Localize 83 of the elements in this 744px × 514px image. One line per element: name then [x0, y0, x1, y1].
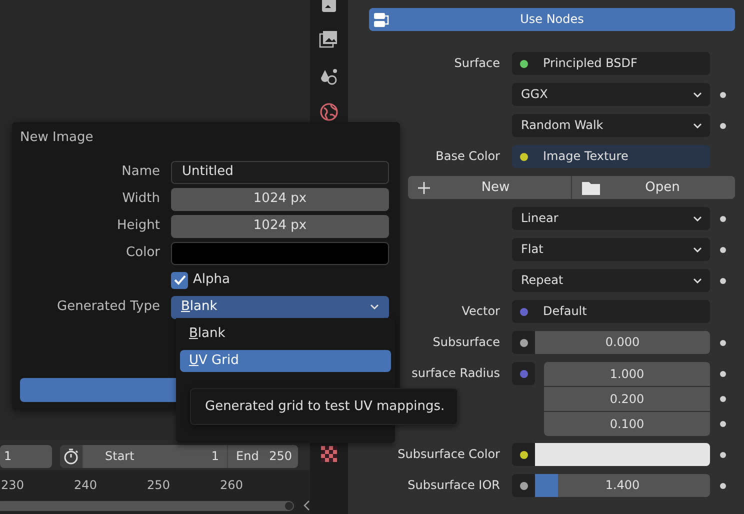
- tooltip: Generated grid to test UV mappings.: [190, 388, 458, 425]
- keyframe-dot[interactable]: [720, 216, 726, 222]
- current-frame-field[interactable]: 1: [0, 444, 52, 468]
- property-label: Subsurface IOR: [408, 478, 500, 492]
- image-action-button[interactable]: New: [408, 176, 571, 199]
- image-action-button[interactable]: Open: [571, 176, 735, 199]
- chevron-down-icon: [370, 304, 379, 310]
- menu-item[interactable]: Blank: [180, 323, 391, 345]
- stopwatch-icon: [63, 447, 79, 465]
- field-label: Height: [116, 218, 161, 234]
- alpha-checkbox[interactable]: Alpha: [171, 272, 230, 289]
- dropdown-field[interactable]: GGX: [512, 83, 710, 106]
- chevron-down-icon: [693, 246, 702, 252]
- folder-icon: [582, 180, 600, 194]
- images-icon[interactable]: [319, 29, 339, 49]
- color-swatch[interactable]: [171, 242, 389, 265]
- dropdown-field[interactable]: Flat: [512, 238, 710, 261]
- end-frame-field[interactable]: End 250: [227, 444, 298, 468]
- dropdown-field[interactable]: Linear: [512, 207, 710, 230]
- number-field[interactable]: 0.100: [544, 412, 710, 436]
- socket-dot[interactable]: [520, 450, 528, 458]
- scroll-handle-icon: [284, 500, 294, 510]
- frame-number: 240: [73, 478, 98, 492]
- number-field[interactable]: 0.200: [544, 387, 710, 411]
- chevron-down-icon: [693, 92, 702, 98]
- number-field[interactable]: 1024 px: [171, 188, 389, 211]
- property-label: Surface: [454, 56, 500, 70]
- plus-icon: [418, 182, 430, 194]
- socket-field[interactable]: Default: [512, 300, 710, 323]
- keyframe-dot[interactable]: [720, 452, 726, 458]
- chevron-down-icon: [693, 216, 702, 222]
- start-frame-field[interactable]: Start 1: [82, 444, 227, 468]
- generated-type-dropdown[interactable]: Blank: [171, 296, 389, 319]
- node-tree-icon: [373, 12, 391, 28]
- keyframe-dot[interactable]: [720, 340, 726, 346]
- world-icon[interactable]: [319, 102, 339, 122]
- number-field[interactable]: 1.000: [544, 362, 710, 386]
- socket-dot[interactable]: [520, 482, 528, 490]
- frame-number: 260: [219, 478, 244, 492]
- stopwatch-toggle[interactable]: [60, 444, 82, 468]
- socket-dot[interactable]: [520, 338, 528, 346]
- chevron-down-icon: [693, 122, 702, 128]
- dropdown-field[interactable]: Random Walk: [512, 114, 710, 137]
- name-field[interactable]: Untitled: [171, 160, 389, 184]
- chevron-down-icon: [693, 278, 702, 284]
- keyframe-dot[interactable]: [720, 92, 726, 98]
- scrollbar[interactable]: [0, 500, 294, 510]
- keyframe-dot[interactable]: [720, 396, 726, 402]
- use-nodes-button[interactable]: Use Nodes: [369, 8, 735, 31]
- socket-dot[interactable]: [520, 60, 528, 68]
- keyframe-dot[interactable]: [720, 278, 726, 284]
- particles-icon[interactable]: [319, 67, 339, 87]
- field-label: Generated Type: [56, 299, 161, 315]
- property-label: surface Radius: [412, 366, 500, 380]
- socket-dot[interactable]: [520, 152, 528, 160]
- color-swatch[interactable]: [535, 443, 710, 466]
- checker-texture-icon[interactable]: [321, 446, 337, 462]
- field-label: Width: [121, 191, 161, 207]
- property-label: Subsurface Color: [398, 447, 500, 462]
- property-label: Base Color: [436, 149, 500, 164]
- socket-dot[interactable]: [520, 308, 528, 316]
- number-field[interactable]: 1024 px: [171, 214, 389, 238]
- frame-number: 250: [146, 478, 171, 492]
- field-label: Name: [120, 164, 161, 180]
- socket-field[interactable]: Image Texture: [512, 145, 710, 168]
- keyframe-dot[interactable]: [720, 482, 726, 488]
- keyframe-dot[interactable]: [720, 122, 726, 128]
- slider-field[interactable]: 1.400: [535, 474, 710, 497]
- dialog-title: New Image: [20, 130, 94, 146]
- chevron-left-icon[interactable]: [303, 500, 310, 511]
- dropdown-field[interactable]: Repeat: [512, 269, 710, 292]
- frame-number: 230: [0, 478, 25, 492]
- keyframe-dot[interactable]: [720, 421, 726, 427]
- slider-field[interactable]: 0.000: [535, 331, 710, 354]
- socket-field[interactable]: Principled BSDF: [512, 52, 710, 75]
- check-icon: [174, 275, 186, 286]
- property-label: Subsurface: [432, 335, 500, 350]
- keyframe-dot[interactable]: [720, 246, 726, 252]
- keyframe-dot[interactable]: [720, 371, 726, 377]
- menu-item[interactable]: UV Grid: [180, 350, 391, 372]
- field-label: Color: [125, 245, 161, 261]
- property-label: Vector: [462, 304, 500, 318]
- socket-dot[interactable]: [520, 370, 528, 378]
